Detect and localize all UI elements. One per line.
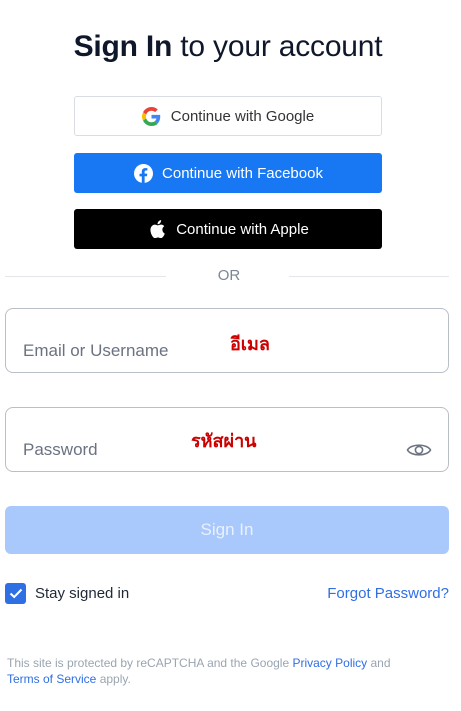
divider-or-text: OR <box>217 267 241 284</box>
forgot-password-link[interactable]: Forgot Password? <box>327 585 449 602</box>
page-title-bold: Sign In <box>73 30 173 63</box>
terms-of-service-link[interactable]: Terms of Service <box>7 672 96 686</box>
apple-icon <box>147 219 167 239</box>
divider-line-left <box>5 276 166 277</box>
stay-signed-in-label: Stay signed in <box>35 585 130 602</box>
show-password-eye-icon[interactable] <box>406 440 432 460</box>
google-signin-label: Continue with Google <box>170 107 315 125</box>
legal-prefix: This site is protected by reCAPTCHA and … <box>7 656 293 670</box>
email-input[interactable] <box>23 309 393 382</box>
sign-in-button[interactable]: Sign In <box>5 506 449 554</box>
password-annotation: รหัสผ่าน <box>191 431 257 452</box>
google-icon <box>142 106 162 126</box>
email-annotation: อีเมล <box>230 334 270 355</box>
password-field[interactable]: รหัสผ่าน <box>5 407 449 481</box>
legal-middle: and <box>367 656 391 670</box>
google-signin-button[interactable]: Continue with Google <box>74 96 382 136</box>
facebook-signin-button[interactable]: Continue with Facebook <box>74 153 382 193</box>
stay-signed-in-checkbox[interactable] <box>5 583 26 604</box>
email-field[interactable]: อีเมล <box>5 308 449 382</box>
divider-line-right <box>289 276 449 277</box>
facebook-icon <box>133 163 153 183</box>
page-title-rest: to your account <box>172 30 383 63</box>
stay-signed-in[interactable]: Stay signed in <box>5 583 129 604</box>
recaptcha-notice: This site is protected by reCAPTCHA and … <box>7 655 427 687</box>
page-title: Sign In to your account <box>0 30 456 64</box>
checkmark-icon <box>9 588 22 599</box>
apple-signin-label: Continue with Apple <box>176 220 309 238</box>
facebook-signin-label: Continue with Facebook <box>162 164 323 182</box>
privacy-policy-link[interactable]: Privacy Policy <box>292 656 367 670</box>
legal-suffix: apply. <box>96 672 131 686</box>
apple-signin-button[interactable]: Continue with Apple <box>74 209 382 249</box>
